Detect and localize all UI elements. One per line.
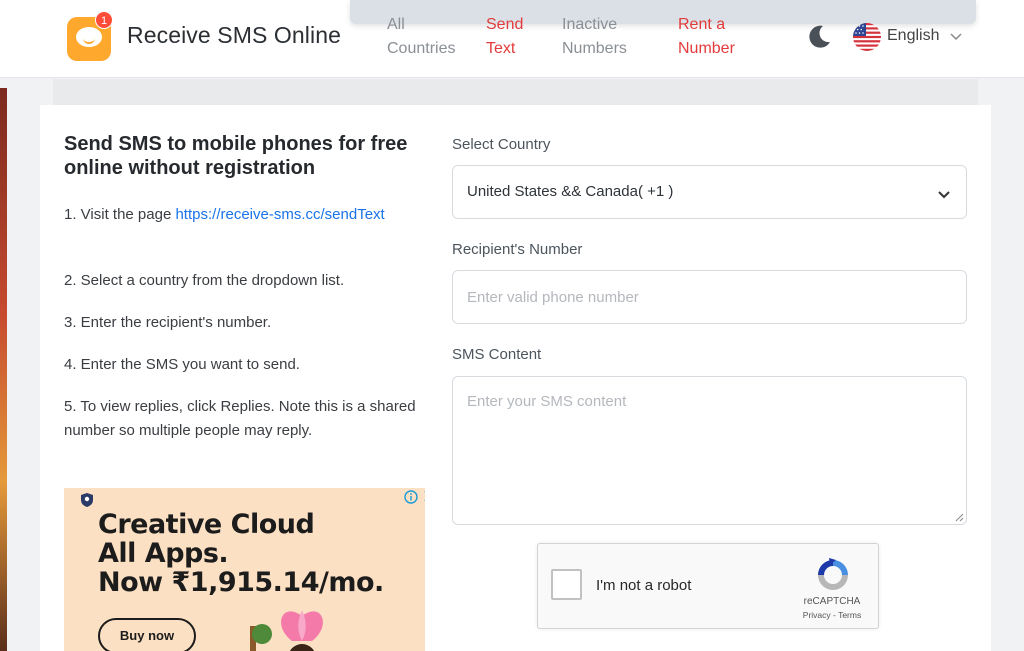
nav-all-countries[interactable]: All Countries <box>387 13 467 61</box>
ad-headline: Creative Cloud All Apps. Now ₹1,915.14/m… <box>98 509 384 598</box>
sms-content-field-wrapper <box>452 376 967 525</box>
advertisement-banner[interactable]: Creative Cloud All Apps. Now ₹1,915.14/m… <box>64 488 425 651</box>
recaptcha-brand: reCAPTCHA <box>803 596 861 607</box>
sms-content-label: SMS Content <box>452 346 542 363</box>
nav-inactive-numbers[interactable]: Inactive Numbers <box>562 13 642 61</box>
ad-close-icon[interactable] <box>422 488 425 504</box>
recaptcha-widget: I'm not a robot reCAPTCHA Privacy - Term… <box>537 543 879 629</box>
instruction-step-1: 1. Visit the page https://receive-sms.cc… <box>64 206 385 223</box>
instruction-step-2: 2. Select a country from the dropdown li… <box>64 272 345 289</box>
send-text-link[interactable]: https://receive-sms.cc/sendText <box>175 206 384 223</box>
ad-placeholder-bar <box>53 79 978 105</box>
site-logo-icon[interactable]: 1 <box>67 11 113 61</box>
chevron-down-icon <box>950 33 962 41</box>
nav-send-text[interactable]: Send Text <box>486 13 531 61</box>
chevron-down-icon <box>938 191 950 199</box>
recipient-number-input[interactable] <box>453 271 966 323</box>
recaptcha-privacy-terms-links[interactable]: Privacy - Terms <box>792 610 872 620</box>
resize-handle-icon[interactable] <box>955 513 964 522</box>
shield-icon <box>81 493 93 507</box>
recaptcha-label: I'm not a robot <box>596 577 692 594</box>
instruction-step-3: 3. Enter the recipient's number. <box>64 314 272 331</box>
recipient-number-label: Recipient's Number <box>452 241 583 258</box>
send-sms-card: Send SMS to mobile phones for free onlin… <box>40 105 991 651</box>
site-header: 1 Receive SMS Online All Countries Send … <box>0 0 1024 78</box>
instruction-step-4: 4. Enter the SMS you want to send. <box>64 356 300 373</box>
instruction-step-5: 5. To view replies, click Replies. Note … <box>64 398 416 439</box>
language-label: English <box>887 27 940 44</box>
dark-mode-moon-icon[interactable] <box>806 24 832 50</box>
nav-rent-a-number[interactable]: Rent a Number <box>678 13 748 61</box>
page-title: Send SMS to mobile phones for free onlin… <box>64 133 408 179</box>
ad-buy-now-button[interactable]: Buy now <box>98 618 196 651</box>
recaptcha-logo-icon <box>818 558 848 590</box>
notification-badge: 1 <box>95 11 113 29</box>
recaptcha-checkbox[interactable] <box>551 569 582 600</box>
site-title[interactable]: Receive SMS Online <box>127 22 341 49</box>
recipient-number-field-wrapper <box>452 270 967 324</box>
us-flag-icon <box>853 23 881 51</box>
ad-info-icon[interactable] <box>404 490 418 504</box>
country-label: Select Country <box>452 136 551 153</box>
country-select[interactable]: United States && Canada( +1 ) <box>452 165 967 219</box>
sms-content-textarea[interactable] <box>453 377 966 524</box>
country-select-value: United States && Canada( +1 ) <box>467 183 674 200</box>
ad-artwork-image <box>250 610 323 651</box>
left-edge-image-strip <box>0 88 7 651</box>
